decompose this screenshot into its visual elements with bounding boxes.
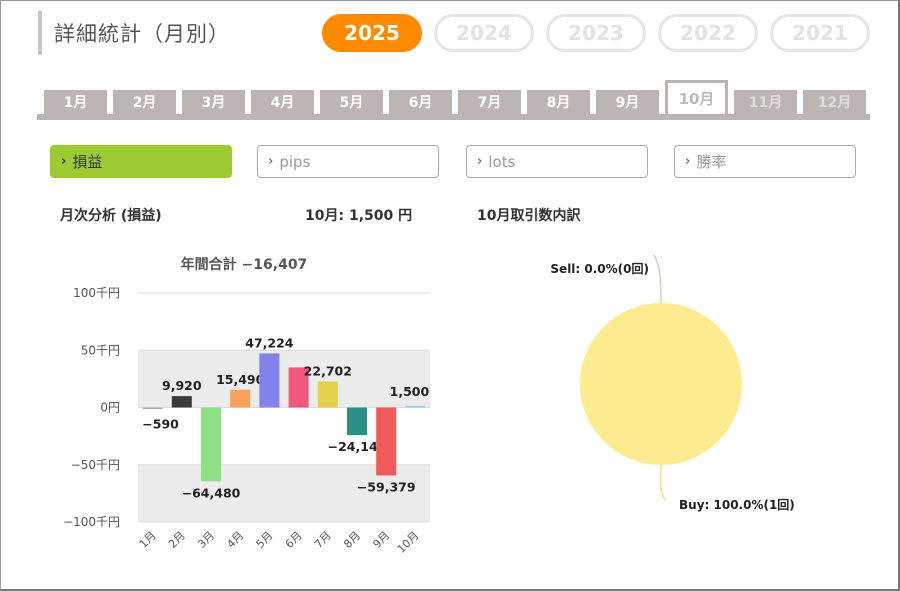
- pie-label-buy: Buy: 100.0%(1回): [679, 498, 795, 512]
- tab-month-6[interactable]: 6月: [389, 90, 452, 114]
- x-tick-label: 10月: [395, 529, 422, 556]
- y-tick-label: 50千円: [81, 343, 120, 357]
- metric-label: pips: [279, 152, 311, 171]
- year-button-2022[interactable]: 2022: [658, 14, 758, 52]
- tab-month-7[interactable]: 7月: [458, 90, 521, 114]
- page-title-bar: 詳細統計（月別）: [38, 11, 230, 55]
- pie-slice-2[interactable]: [580, 303, 742, 465]
- year-button-2025[interactable]: 2025: [322, 14, 422, 52]
- month-tabs: 1月 2月 3月 4月 5月 6月 7月 8月 9月 10月 11月 12月: [37, 80, 870, 120]
- bar-data-label: −64,480: [182, 485, 241, 500]
- bar-9[interactable]: [376, 407, 397, 476]
- tab-month-5[interactable]: 5月: [320, 90, 383, 114]
- year-selector: 2025 2024 2023 2022 2021: [322, 14, 870, 52]
- bar-5[interactable]: [259, 353, 280, 408]
- x-tick-label: 8月: [341, 529, 363, 551]
- bar-2[interactable]: [171, 396, 192, 408]
- metric-button-lots[interactable]: › lots: [466, 145, 648, 178]
- x-tick-label: 7月: [312, 529, 334, 551]
- pie-leader-line-sell: [653, 255, 662, 304]
- bar-data-label: 1,500: [390, 384, 430, 399]
- chevron-right-icon: ›: [477, 154, 483, 169]
- trade-breakdown-pie-chart: Sell: 0.0%(0回) Buy: 100.0%(1回): [550, 255, 795, 512]
- x-tick-label: 6月: [283, 529, 305, 551]
- bar-data-label: 9,920: [162, 378, 202, 393]
- metric-button-pips[interactable]: › pips: [257, 145, 439, 178]
- x-tick-label: 3月: [195, 529, 217, 551]
- tab-month-1[interactable]: 1月: [44, 90, 107, 114]
- metric-label: 勝率: [696, 153, 727, 171]
- x-tick-label: 9月: [370, 529, 392, 551]
- metric-label: lots: [488, 152, 516, 171]
- bar-8[interactable]: [347, 407, 367, 436]
- tab-month-2[interactable]: 2月: [113, 90, 176, 114]
- chevron-right-icon: ›: [268, 154, 274, 169]
- x-tick-label: 1月: [137, 529, 159, 551]
- bar-3[interactable]: [201, 407, 221, 482]
- page-title: 詳細統計（月別）: [54, 22, 230, 46]
- year-button-2023[interactable]: 2023: [546, 14, 646, 52]
- tab-month-11[interactable]: 11月: [734, 90, 797, 114]
- bar-data-label: 22,702: [304, 364, 352, 379]
- monthly-analysis-title: 月次分析 (損益): [60, 208, 162, 224]
- pie-label-sell: Sell: 0.0%(0回): [550, 262, 649, 276]
- bar-1[interactable]: [142, 407, 163, 410]
- bar-10[interactable]: [405, 405, 426, 408]
- y-tick-label: −100千円: [63, 515, 120, 529]
- year-button-2024[interactable]: 2024: [434, 14, 534, 52]
- tab-month-12[interactable]: 12月: [803, 90, 866, 114]
- monthly-pnl-bar-chart: 100千円 50千円 0円 −50千円 −100千円 年間合計 −16,407 −590 1月…: [63, 256, 430, 556]
- metric-label: 損益: [72, 153, 103, 171]
- tab-month-8[interactable]: 8月: [527, 90, 590, 114]
- metric-button-winrate[interactable]: › 勝率: [674, 145, 856, 178]
- bar-data-label: 47,224: [245, 335, 294, 350]
- bar-data-label: −59,379: [357, 479, 416, 494]
- pie-leader-line-buy: [660, 464, 666, 501]
- chevron-right-icon: ›: [61, 154, 67, 169]
- x-tick-label: 4月: [224, 529, 246, 551]
- tab-month-9[interactable]: 9月: [596, 90, 659, 114]
- tab-month-3[interactable]: 3月: [182, 90, 245, 114]
- x-tick-label: 5月: [254, 529, 276, 551]
- tab-month-4[interactable]: 4月: [251, 90, 314, 114]
- y-tick-label: 0円: [100, 401, 120, 415]
- breakdown-title: 10月取引数内訳: [477, 208, 581, 224]
- month-summary: 10月: 1,500 円: [305, 208, 413, 224]
- tab-month-10[interactable]: 10月: [665, 80, 728, 114]
- bar-4[interactable]: [230, 389, 251, 408]
- metric-button-pnl[interactable]: › 損益: [50, 145, 232, 178]
- y-tick-label: −50千円: [71, 458, 120, 472]
- bar-data-label: −590: [142, 417, 179, 432]
- chevron-right-icon: ›: [685, 154, 691, 169]
- bar-data-label: 15,490: [216, 372, 265, 387]
- y-tick-label: 100千円: [73, 286, 120, 300]
- bar-7[interactable]: [317, 381, 338, 408]
- year-button-2021[interactable]: 2021: [770, 14, 870, 52]
- chart-title: 年間合計 −16,407: [181, 256, 308, 273]
- x-tick-label: 2月: [166, 529, 188, 551]
